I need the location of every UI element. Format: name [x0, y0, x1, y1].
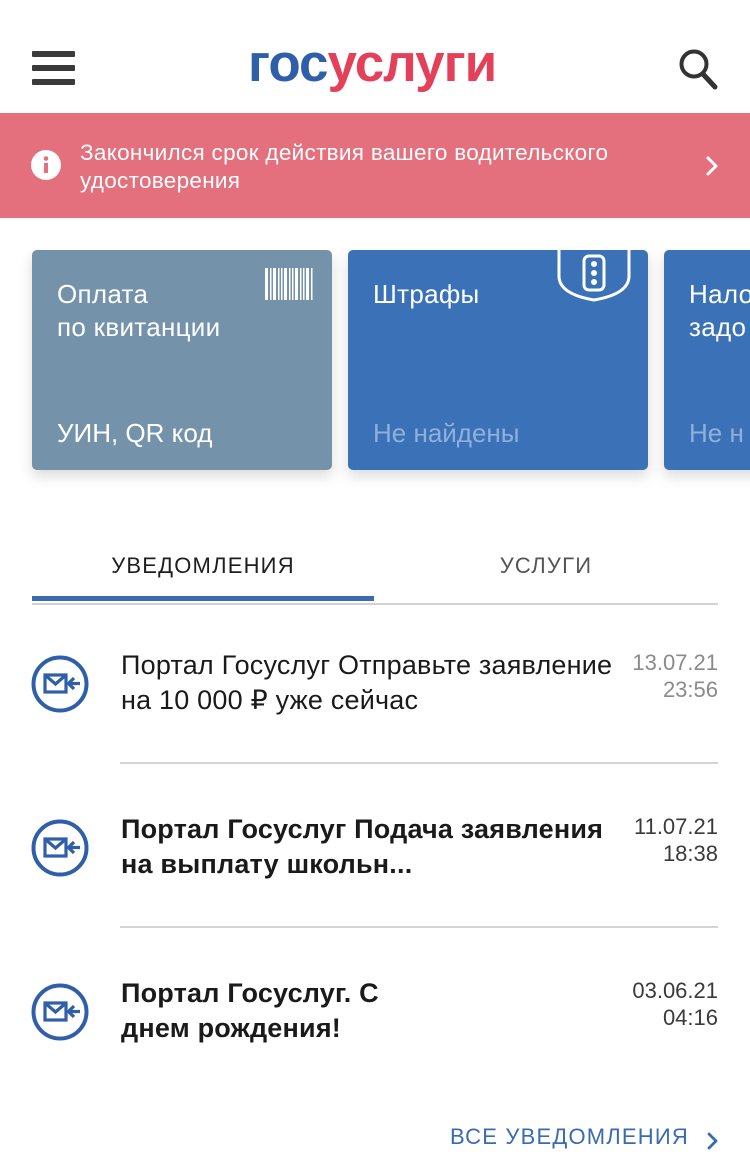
chevron-right-icon — [707, 1132, 718, 1150]
notification-date-day: 11.07.21 — [633, 814, 718, 839]
card-payment-by-receipt[interactable]: Оплата по квитанции УИН, QR код — [32, 250, 332, 470]
logo-part-gos: гос — [248, 34, 329, 93]
all-notifications-link[interactable]: ВСЕ УВЕДОМЛЕНИЯ — [450, 1124, 689, 1150]
notification-text: Портал Госуслуг Отправьте заявление на 1… — [121, 650, 613, 715]
notification-item[interactable]: Портал Госуслуг Подача заявления на выпл… — [0, 767, 750, 930]
incoming-mail-icon — [31, 819, 89, 877]
notification-text: Портал Госуслуг Подача заявления на выпл… — [121, 814, 604, 879]
alert-message: Закончился срок действия вашего водитель… — [80, 140, 609, 193]
card-subtitle: Не найдены — [373, 418, 520, 448]
license-expired-alert[interactable]: Закончился срок действия вашего водитель… — [0, 113, 750, 218]
quick-action-cards: Оплата по квитанции УИН, QR код Штрафы Н… — [0, 250, 750, 490]
card-subtitle: УИН, QR код — [57, 418, 213, 448]
notification-item[interactable]: Портал Госуслуг. С днем рождения! 03.06.… — [0, 931, 750, 1094]
notification-date: 03.06.21 04:16 — [588, 978, 718, 1030]
search-icon[interactable] — [678, 48, 718, 90]
traffic-light-icon — [557, 250, 631, 302]
tab-services[interactable]: УСЛУГИ — [375, 535, 717, 601]
divider — [120, 762, 718, 764]
info-icon — [31, 150, 61, 180]
barcode-icon — [265, 268, 313, 300]
notification-date: 13.07.21 23:56 — [588, 650, 718, 702]
active-tab-indicator — [32, 596, 374, 601]
logo-part-uslugi: услуги — [327, 34, 498, 93]
incoming-mail-icon — [31, 655, 89, 713]
card-subtitle: Не н — [689, 418, 744, 448]
notification-date-day: 13.07.21 — [632, 650, 718, 675]
notification-date-day: 03.06.21 — [632, 978, 718, 1003]
app-header: госуслуги — [0, 0, 750, 113]
divider — [120, 926, 718, 928]
tab-notifications[interactable]: УВЕДОМЛЕНИЯ — [32, 535, 374, 601]
tab-bar: УВЕДОМЛЕНИЯ УСЛУГИ — [32, 535, 718, 605]
hamburger-menu-icon[interactable] — [32, 51, 75, 85]
notification-date: 11.07.21 18:38 — [588, 814, 718, 866]
notification-date-time: 18:38 — [662, 841, 718, 866]
card-tax-debts[interactable]: Нало задо Не н — [664, 250, 750, 470]
notification-date-time: 23:56 — [662, 677, 718, 702]
card-fines[interactable]: Штрафы Не найдены — [348, 250, 648, 470]
incoming-mail-icon — [31, 983, 89, 1041]
notification-date-time: 04:16 — [662, 1005, 718, 1030]
notification-item[interactable]: Портал Госуслуг Отправьте заявление на 1… — [0, 603, 750, 766]
chevron-right-icon — [706, 156, 718, 176]
card-title: Нало задо — [689, 279, 750, 342]
gosuslugi-logo: госуслуги — [248, 34, 498, 94]
notification-text: Портал Госуслуг. С днем рождения! — [121, 978, 379, 1043]
